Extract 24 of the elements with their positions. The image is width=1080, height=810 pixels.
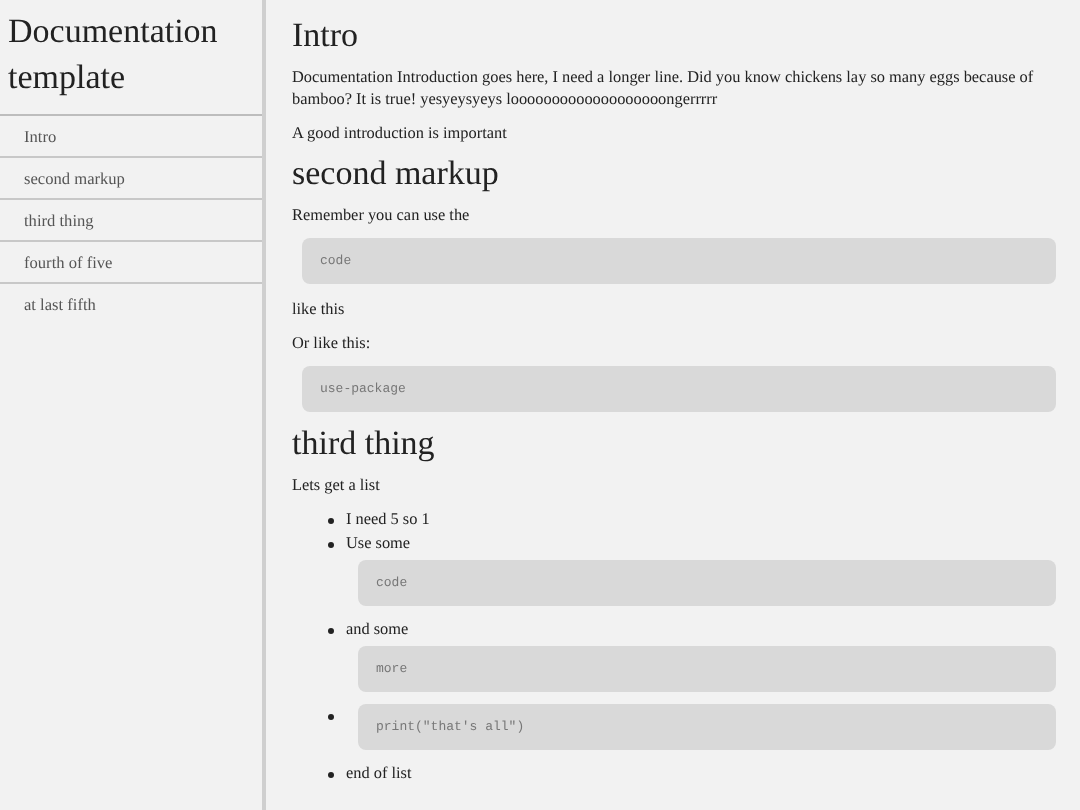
bullet-icon: [328, 714, 334, 720]
paragraph: Lets get a list: [292, 474, 382, 496]
list-item-text: end of list: [346, 762, 414, 784]
list-item-text: and some: [346, 618, 411, 640]
nav-link[interactable]: at last fifth: [0, 284, 262, 324]
nav-link[interactable]: Intro: [0, 116, 262, 158]
paragraph: A good introduction is important: [292, 122, 509, 144]
paragraph: like this: [292, 298, 347, 320]
bullet-icon: [328, 542, 334, 548]
section-heading: third thing: [292, 426, 437, 462]
nav-link[interactable]: third thing: [0, 200, 262, 242]
section-heading: Intro: [292, 18, 361, 54]
nav-link[interactable]: fourth of five: [0, 242, 262, 284]
paragraph: Remember you can use the: [292, 204, 472, 226]
section-heading: second markup: [292, 156, 501, 192]
paragraph: Or like this:: [292, 332, 373, 354]
list-item-text: I need 5 so 1: [346, 508, 432, 530]
sidebar-title: Documentation template: [0, 0, 262, 116]
bullet-icon: [328, 772, 334, 778]
paragraph: Documentation Introduction goes here, I need a longer line. Did you know chickens lay so many eggs because of bamboo? It is true! yesyeysyeys looooooooooooooooooongerrrrr: [292, 66, 1036, 110]
list-item-text: Use some: [346, 532, 413, 554]
bullet-icon: [328, 628, 334, 634]
bullet-icon: [328, 518, 334, 524]
nav-link[interactable]: second markup: [0, 158, 262, 200]
